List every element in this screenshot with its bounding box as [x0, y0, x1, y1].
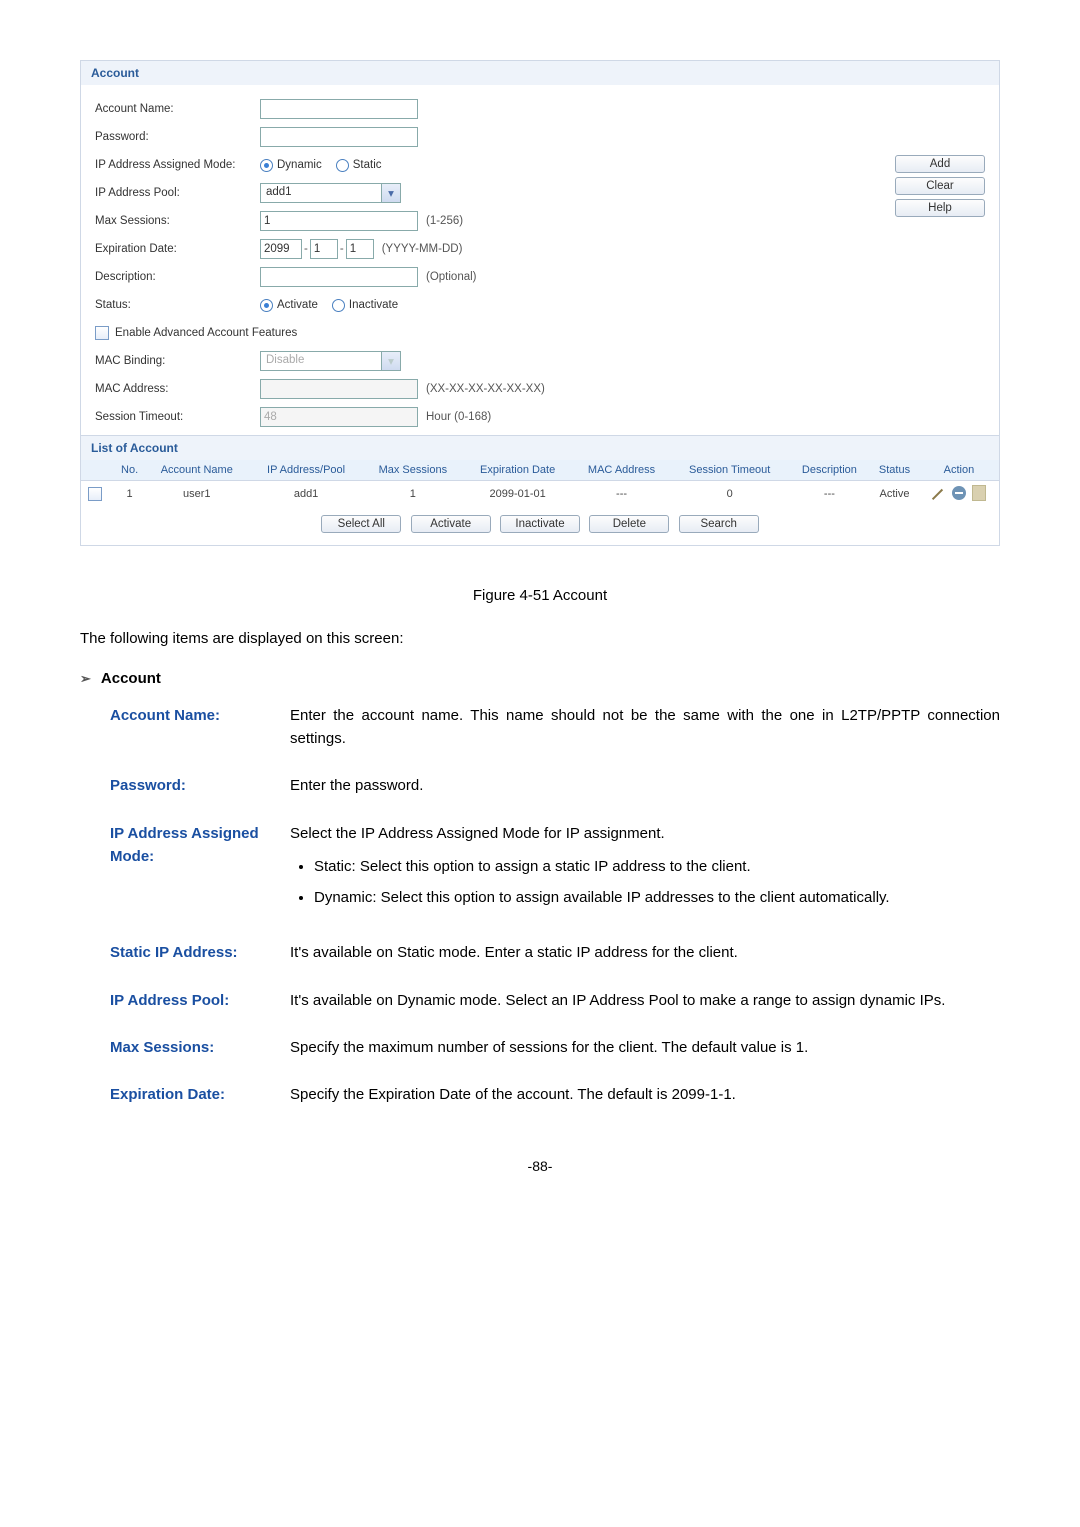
mac-binding-value: Disable [261, 352, 381, 370]
term-static-ip: Static IP Address: [110, 941, 290, 964]
radio-activate-label: Activate [277, 299, 318, 311]
cell-session-timeout: 0 [671, 481, 789, 508]
label-description: Description: [95, 271, 260, 283]
th-mac: MAC Address [572, 460, 670, 481]
radio-static-label: Static [353, 159, 382, 171]
label-mac-binding: MAC Binding: [95, 355, 260, 367]
term-expiration: Expiration Date: [110, 1083, 290, 1106]
cell-mac: --- [572, 481, 670, 508]
document-body: Figure 4-51 Account The following items … [80, 546, 1000, 1178]
th-expiration: Expiration Date [463, 460, 572, 481]
term-account-name: Account Name: [110, 704, 290, 751]
edit-icon[interactable] [932, 486, 946, 500]
bullet-dynamic: Dynamic: Select this option to assign av… [314, 886, 1000, 909]
th-description: Description [789, 460, 871, 481]
desc-account-name: Enter the account name. This name should… [290, 704, 1000, 751]
desc-ip-pool: It's available on Dynamic mode. Select a… [290, 989, 1000, 1012]
detail-icon[interactable] [972, 485, 986, 501]
expiration-month-input[interactable] [310, 239, 338, 259]
select-all-button[interactable]: Select All [321, 515, 401, 533]
hint-description: (Optional) [426, 271, 477, 283]
cell-ip-pool: add1 [249, 481, 362, 508]
section-title: Account [101, 670, 161, 687]
desc-static-ip: It's available on Static mode. Enter a s… [290, 941, 1000, 964]
cell-expiration: 2099-01-01 [463, 481, 572, 508]
term-ip-mode: IP Address Assigned Mode: [110, 822, 290, 918]
radio-inactivate[interactable] [332, 299, 345, 312]
th-action: Action [919, 460, 999, 481]
term-max-sessions: Max Sessions: [110, 1036, 290, 1059]
term-ip-pool: IP Address Pool: [110, 989, 290, 1012]
hint-max-sessions: (1-256) [426, 215, 463, 227]
label-max-sessions: Max Sessions: [95, 215, 260, 227]
hint-session-timeout: Hour (0-168) [426, 411, 491, 423]
account-panel: Account Account Name: Password: IP Addre… [80, 60, 1000, 546]
label-expiration: Expiration Date: [95, 243, 260, 255]
th-status: Status [870, 460, 919, 481]
chevron-down-icon: ▾ [381, 184, 400, 202]
radio-activate[interactable] [260, 299, 273, 312]
panel-title: Account [81, 61, 999, 85]
cell-status: Active [870, 481, 919, 508]
th-account-name: Account Name [144, 460, 249, 481]
cell-max-sessions: 1 [363, 481, 463, 508]
chevron-right-icon: ➢ [80, 671, 91, 686]
label-ip-pool: IP Address Pool: [95, 187, 260, 199]
term-password: Password: [110, 774, 290, 797]
radio-dynamic[interactable] [260, 159, 273, 172]
th-max-sessions: Max Sessions [363, 460, 463, 481]
desc-max-sessions: Specify the maximum number of sessions f… [290, 1036, 1000, 1059]
th-no: No. [115, 460, 144, 481]
mac-binding-select: Disable ▾ [260, 351, 401, 371]
inactivate-button[interactable]: Inactivate [500, 515, 580, 533]
label-password: Password: [95, 131, 260, 143]
account-name-input[interactable] [260, 99, 418, 119]
search-button[interactable]: Search [679, 515, 759, 533]
radio-inactivate-label: Inactivate [349, 299, 398, 311]
expiration-day-input[interactable] [346, 239, 374, 259]
label-ip-mode: IP Address Assigned Mode: [95, 159, 260, 171]
account-table: No. Account Name IP Address/Pool Max Ses… [81, 460, 999, 507]
cell-account-name: user1 [144, 481, 249, 508]
delete-button[interactable]: Delete [589, 515, 669, 533]
cell-description: --- [789, 481, 871, 508]
clear-button[interactable]: Clear [895, 177, 985, 195]
desc-password: Enter the password. [290, 774, 1000, 797]
max-sessions-input[interactable] [260, 211, 418, 231]
password-input[interactable] [260, 127, 418, 147]
description-input[interactable] [260, 267, 418, 287]
hint-mac-address: (XX-XX-XX-XX-XX-XX) [426, 383, 545, 395]
expiration-year-input[interactable] [260, 239, 302, 259]
th-ip-pool: IP Address/Pool [249, 460, 362, 481]
desc-ip-mode: Select the IP Address Assigned Mode for … [290, 825, 665, 842]
chevron-down-icon: ▾ [381, 352, 400, 370]
table-row: 1 user1 add1 1 2099-01-01 --- 0 --- Acti… [81, 481, 999, 508]
hint-expiration: (YYYY-MM-DD) [382, 243, 463, 255]
label-enable-advanced: Enable Advanced Account Features [115, 327, 297, 339]
activate-button[interactable]: Activate [411, 515, 491, 533]
add-button[interactable]: Add [895, 155, 985, 173]
help-button[interactable]: Help [895, 199, 985, 217]
intro-text: The following items are displayed on thi… [80, 627, 1000, 650]
figure-caption: Figure 4-51 Account [80, 584, 1000, 607]
mac-address-input [260, 379, 418, 399]
label-session-timeout: Session Timeout: [95, 411, 260, 423]
radio-static[interactable] [336, 159, 349, 172]
label-status: Status: [95, 299, 260, 311]
label-account-name: Account Name: [95, 103, 260, 115]
disable-icon[interactable] [952, 486, 966, 500]
th-session-timeout: Session Timeout [671, 460, 789, 481]
radio-dynamic-label: Dynamic [277, 159, 322, 171]
ip-pool-select[interactable]: add1 ▾ [260, 183, 401, 203]
session-timeout-input [260, 407, 418, 427]
enable-advanced-checkbox[interactable] [95, 326, 109, 340]
label-mac-address: MAC Address: [95, 383, 260, 395]
desc-expiration: Specify the Expiration Date of the accou… [290, 1083, 1000, 1106]
bullet-static: Static: Select this option to assign a s… [314, 855, 1000, 878]
row-checkbox[interactable] [88, 487, 102, 501]
list-of-account-title: List of Account [81, 435, 999, 460]
ip-pool-value: add1 [261, 184, 381, 202]
cell-no: 1 [115, 481, 144, 508]
page-number: -88- [80, 1156, 1000, 1178]
